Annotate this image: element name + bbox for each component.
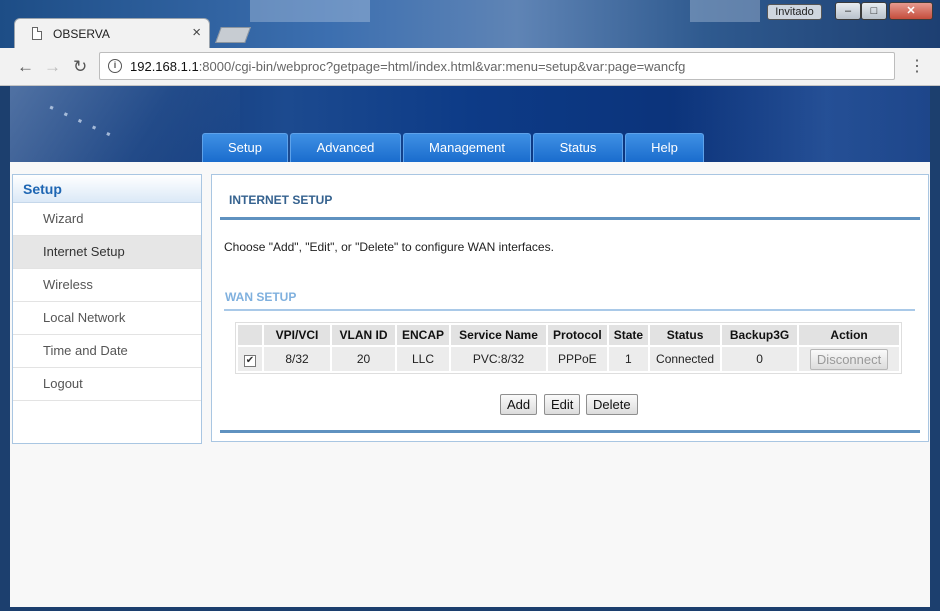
table-header-row: VPI/VCI VLAN ID ENCAP Service Name Proto… xyxy=(238,325,900,345)
tab-setup[interactable]: Setup xyxy=(202,133,288,162)
vlan-id-cell: 20 xyxy=(332,347,395,371)
info-icon[interactable]: i xyxy=(108,59,122,73)
browser-toolbar: ← → ↻ i 192.168.1.1:8000/cgi-bin/webproc… xyxy=(0,48,940,86)
close-window-icon[interactable]: ✕ xyxy=(889,2,933,20)
column-header: State xyxy=(608,325,649,345)
encap-cell: LLC xyxy=(397,347,450,371)
sidebar-item-wizard[interactable]: Wizard xyxy=(13,203,201,236)
address-bar[interactable]: i 192.168.1.1:8000/cgi-bin/webproc?getpa… xyxy=(99,52,895,80)
sidebar-title: Setup xyxy=(13,175,201,203)
edit-button[interactable]: Edit xyxy=(544,394,581,415)
page-title: INTERNET SETUP xyxy=(229,193,333,207)
disconnect-button[interactable]: Disconnect xyxy=(809,348,889,370)
router-page: ▪ ▪ ▪ ▪ ▪ Setup Advanced Management Stat… xyxy=(10,86,930,607)
column-header: VLAN ID xyxy=(332,325,395,345)
sidebar-item-wireless[interactable]: Wireless xyxy=(13,269,201,302)
section-title: WAN SETUP xyxy=(225,290,297,304)
sidebar: Setup Wizard Internet Setup Wireless Loc… xyxy=(12,174,202,444)
url-text: 192.168.1.1:8000/cgi-bin/webproc?getpage… xyxy=(130,59,686,74)
column-header: ENCAP xyxy=(397,325,450,345)
sidebar-item-internet-setup[interactable]: Internet Setup xyxy=(13,236,201,269)
action-cell: Disconnect xyxy=(799,347,900,371)
column-header: Protocol xyxy=(548,325,607,345)
sidebar-item-local-network[interactable]: Local Network xyxy=(13,302,201,335)
divider xyxy=(220,430,920,433)
column-header: VPI/VCI xyxy=(264,325,330,345)
status-cell: Connected xyxy=(650,347,721,371)
column-header: Service Name xyxy=(451,325,547,345)
browser-chrome: OBSERVA × Invitado – □ ✕ ← → ↻ i 192.168… xyxy=(0,0,940,86)
new-tab-button[interactable] xyxy=(215,27,251,43)
tab-title: OBSERVA xyxy=(53,27,110,41)
sidebar-item-time-and-date[interactable]: Time and Date xyxy=(13,335,201,368)
tab-status[interactable]: Status xyxy=(533,133,623,162)
add-button[interactable]: Add xyxy=(500,394,538,415)
divider xyxy=(220,217,920,220)
header-banner: ▪ ▪ ▪ ▪ ▪ Setup Advanced Management Stat… xyxy=(10,86,930,162)
page-description: Choose "Add", "Edit", or "Delete" to con… xyxy=(224,240,554,254)
delete-button[interactable]: Delete xyxy=(586,394,638,415)
backup3g-cell: 0 xyxy=(722,347,798,371)
back-arrow-icon[interactable]: ← xyxy=(17,57,34,77)
column-header: Status xyxy=(650,325,721,345)
column-header: Backup3G xyxy=(722,325,798,345)
row-select-cell: ✔ xyxy=(238,347,262,371)
wan-table: VPI/VCI VLAN ID ENCAP Service Name Proto… xyxy=(235,322,903,374)
content-panel: INTERNET SETUP Choose "Add", "Edit", or … xyxy=(211,174,929,442)
sidebar-item-logout[interactable]: Logout xyxy=(13,368,201,401)
tab-advanced[interactable]: Advanced xyxy=(290,133,401,162)
page-icon xyxy=(32,27,42,40)
menu-dots-icon[interactable]: ⋮ xyxy=(909,56,925,76)
select-column-header xyxy=(238,325,262,345)
maximize-icon[interactable]: □ xyxy=(861,2,887,20)
reload-icon[interactable]: ↻ xyxy=(73,57,87,77)
forward-arrow-icon[interactable]: → xyxy=(44,57,61,77)
service-name-cell: PVC:8/32 xyxy=(451,347,547,371)
divider xyxy=(224,309,915,311)
banner-decoration xyxy=(670,86,930,162)
desktop-background xyxy=(690,0,760,22)
table-row: ✔ 8/32 20 LLC PVC:8/32 PPPoE 1 Connected… xyxy=(238,347,900,371)
state-cell: 1 xyxy=(608,347,649,371)
close-tab-icon[interactable]: × xyxy=(192,24,201,41)
tab-management[interactable]: Management xyxy=(403,133,531,162)
row-checkbox[interactable]: ✔ xyxy=(244,354,256,367)
browser-tab[interactable]: OBSERVA × xyxy=(14,18,210,48)
vpi-vci-cell: 8/32 xyxy=(264,347,330,371)
protocol-cell: PPPoE xyxy=(548,347,607,371)
minimize-icon[interactable]: – xyxy=(835,2,861,20)
desktop-background xyxy=(250,0,370,22)
tab-help[interactable]: Help xyxy=(625,133,704,162)
guest-profile-badge[interactable]: Invitado xyxy=(767,4,822,20)
column-header: Action xyxy=(799,325,900,345)
